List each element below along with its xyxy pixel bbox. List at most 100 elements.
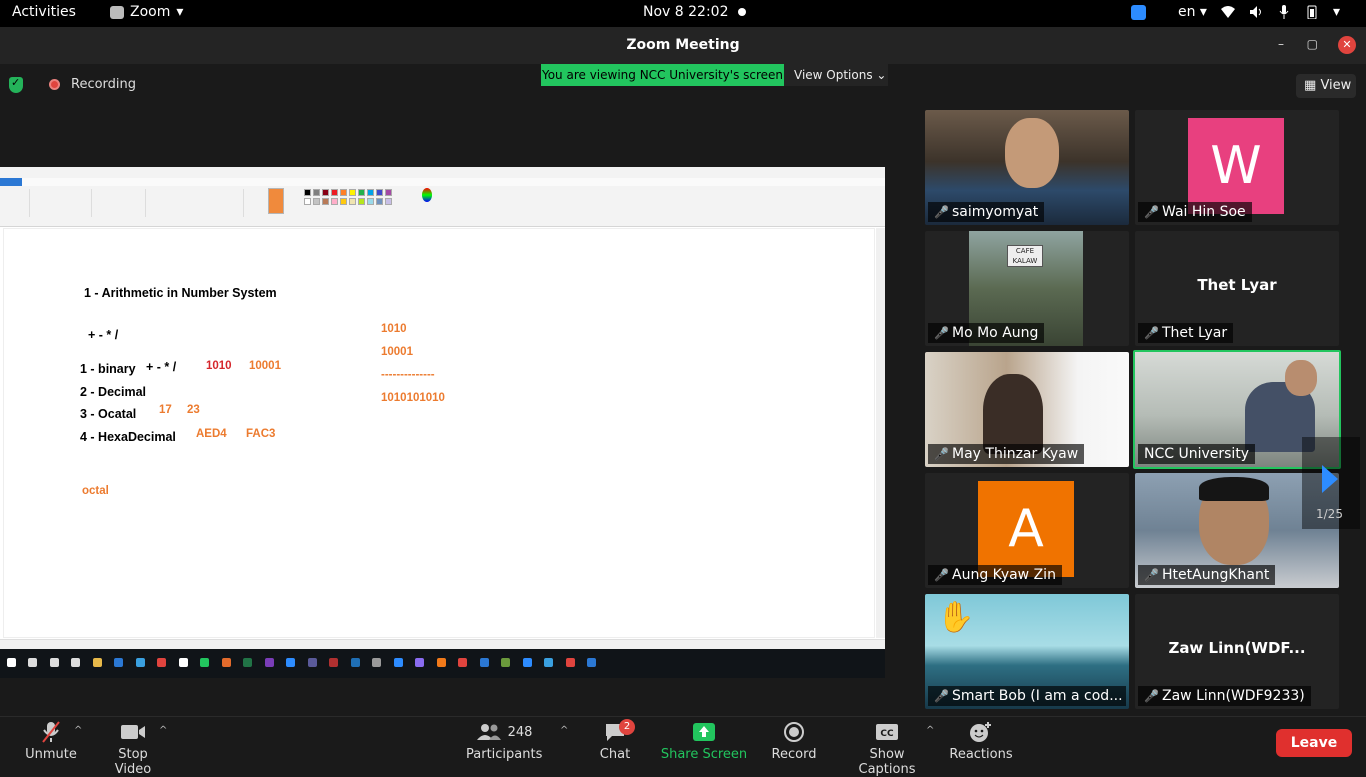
notification-dot-icon: [738, 8, 747, 16]
participant-display-name: Thet Lyar: [1197, 276, 1277, 294]
stop-video-label: Stop Video: [114, 747, 152, 777]
color-swatch: [376, 198, 383, 205]
audio-options-caret[interactable]: ^: [74, 725, 82, 736]
participant-name: 🎤 Thet Lyar: [1138, 323, 1234, 343]
security-shield-icon[interactable]: [9, 76, 23, 93]
reactions-button[interactable]: Reactions: [948, 717, 1014, 769]
participant-tile[interactable]: Thet Lyar 🎤 Thet Lyar: [1135, 231, 1339, 346]
paint-ribbon: [0, 167, 885, 227]
share-screen-icon: [693, 723, 715, 741]
gallery-next-page-button[interactable]: 1/25: [1302, 437, 1360, 529]
participant-name-text: Zaw Linn(WDF9233): [1162, 688, 1305, 704]
color-swatch: [322, 189, 329, 196]
view-options-button[interactable]: View Options ⌄: [784, 64, 888, 86]
participant-name: 🎤 Aung Kyaw Zin: [928, 565, 1062, 585]
taskbar-app-icon: [329, 658, 338, 667]
canvas-scrollbar[interactable]: [876, 228, 885, 638]
leave-button[interactable]: Leave: [1276, 729, 1352, 757]
muted-mic-icon: 🎤: [1144, 568, 1159, 582]
binary-operators: + - * /: [146, 360, 177, 374]
hexadecimal-item: 4 - HexaDecimal: [80, 430, 176, 444]
taskbar-app-icon: [28, 658, 37, 667]
taskbar-app-icon: [565, 658, 575, 667]
minimize-icon[interactable]: –: [1278, 37, 1284, 51]
show-captions-button[interactable]: CC Show Captions: [840, 717, 934, 777]
system-tray[interactable]: en ▾ ▾: [1130, 4, 1340, 20]
taskbar-app-icon: [544, 658, 553, 667]
color1-box: [268, 188, 284, 214]
participant-name-text: Smart Bob (I am a cod...: [952, 688, 1123, 704]
zoom-app-icon: [110, 5, 124, 19]
paint-canvas[interactable]: 1 - Arithmetic in Number System + - * / …: [3, 228, 875, 638]
share-screen-button[interactable]: Share Screen: [660, 717, 748, 769]
shared-screen: 1 - Arithmetic in Number System + - * / …: [0, 167, 885, 678]
raised-hand-icon: ✋: [937, 600, 975, 635]
app-name: Zoom: [130, 4, 171, 20]
participant-name: 🎤 saimyomyat: [928, 202, 1045, 222]
taskbar-app-icon: [479, 658, 489, 667]
octal-value-2: 23: [187, 404, 200, 416]
color-swatch: [385, 189, 392, 196]
captions-options-caret[interactable]: ^: [926, 725, 934, 736]
participant-tile[interactable]: A 🎤 Aung Kyaw Zin: [925, 473, 1129, 588]
recording-label: Recording: [71, 77, 137, 92]
taskbar-app-icon: [71, 658, 80, 667]
app-menu[interactable]: Zoom ▾: [110, 4, 183, 20]
power-menu-icon[interactable]: ▾: [1333, 4, 1340, 20]
participant-head: [983, 374, 1043, 454]
clipboard-group: [2, 189, 30, 217]
color-swatch: [304, 189, 311, 196]
participant-name-text: Aung Kyaw Zin: [952, 567, 1056, 583]
participant-name: 🎤 Wai Hin Soe: [1138, 202, 1252, 222]
avatar: W: [1188, 118, 1284, 214]
taskbar-app-icon: [393, 658, 403, 667]
color-swatch: [358, 189, 365, 196]
color-swatch: [349, 198, 356, 205]
viewing-screen-banner: You are viewing NCC University's screen: [541, 64, 784, 86]
participant-tile[interactable]: W 🎤 Wai Hin Soe: [1135, 110, 1339, 225]
color-swatch: [367, 198, 374, 205]
operators-text: + - * /: [88, 328, 119, 342]
sum-operand-2: 10001: [381, 346, 413, 358]
color-swatch: [331, 189, 338, 196]
participant-tile[interactable]: Zaw Linn(WDF... 🎤 Zaw Linn(WDF9233): [1135, 594, 1339, 709]
color-swatch: [313, 189, 320, 196]
muted-mic-icon: 🎤: [1144, 205, 1159, 219]
file-tab: [0, 178, 22, 186]
record-button[interactable]: Record: [770, 717, 818, 769]
close-icon[interactable]: ✕: [1338, 36, 1356, 54]
ribbon-tabs: [0, 178, 885, 186]
participants-button[interactable]: 248 Participants: [466, 717, 542, 769]
participant-tile[interactable]: 🎤 May Thinzar Kyaw: [925, 352, 1129, 467]
paint-status-bar: [0, 639, 885, 649]
clock-text: Nov 8 22:02: [643, 4, 729, 20]
taskbar-app-icon: [243, 658, 252, 667]
stop-video-button[interactable]: Stop Video: [98, 717, 168, 777]
taskbar-app-icon: [286, 658, 295, 667]
heading-text: 1 - Arithmetic in Number System: [84, 286, 277, 300]
participant-name: NCC University: [1138, 444, 1256, 464]
color-swatch: [376, 189, 383, 196]
clock[interactable]: Nov 8 22:02: [643, 4, 747, 20]
video-options-caret[interactable]: ^: [159, 725, 167, 736]
language-indicator[interactable]: en ▾: [1178, 4, 1207, 20]
participant-name-text: NCC University: [1144, 446, 1250, 462]
view-button[interactable]: ▦ View: [1296, 74, 1356, 98]
participant-tile[interactable]: ✋ 🎤 Smart Bob (I am a cod...: [925, 594, 1129, 709]
share-screen-label: Share Screen: [660, 747, 748, 762]
shapes-group: [146, 189, 244, 217]
closed-captions-icon: CC: [876, 724, 898, 740]
color-swatch: [385, 198, 392, 205]
zoom-tray-icon[interactable]: [1130, 4, 1146, 20]
muted-mic-icon: 🎤: [934, 326, 949, 340]
participant-tile[interactable]: CAFE KALAW 🎤 Mo Mo Aung: [925, 231, 1129, 346]
unmute-button[interactable]: Unmute: [22, 717, 80, 769]
participants-options-caret[interactable]: ^: [560, 725, 568, 736]
participant-tile[interactable]: 🎤 saimyomyat: [925, 110, 1129, 225]
edit-colors-icon: [422, 188, 432, 202]
muted-mic-icon: 🎤: [934, 205, 949, 219]
chevron-right-icon: [1322, 465, 1338, 493]
maximize-icon[interactable]: ▢: [1307, 37, 1318, 51]
activities-button[interactable]: Activities: [12, 4, 76, 20]
taskbar-app-icon: [92, 658, 102, 667]
